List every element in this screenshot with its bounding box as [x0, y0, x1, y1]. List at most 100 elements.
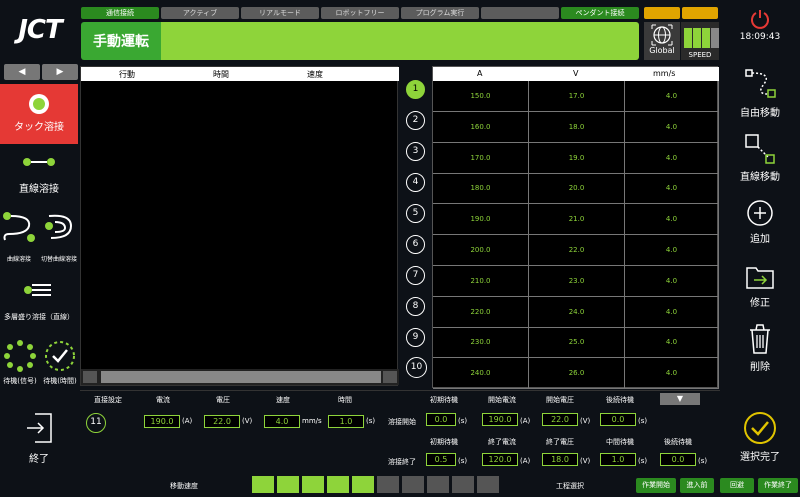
line-weld-button[interactable]: 直線溶接	[0, 156, 78, 195]
scroll-right-button[interactable]	[383, 371, 397, 383]
start-h3: 開始電圧	[546, 396, 574, 404]
tack-weld-button[interactable]: タック溶接	[0, 84, 78, 144]
line-weld-label: 直線溶接	[19, 184, 59, 195]
preset-7[interactable]: 7	[406, 266, 425, 285]
action-table[interactable]: 行動 時間 速度	[80, 66, 399, 386]
table-row[interactable]: 170.0 19.0 4.0	[433, 142, 719, 174]
preset-10[interactable]: 10	[406, 357, 427, 378]
wait-time-button[interactable]: 待機(時間)	[40, 338, 80, 386]
curve-weld-button[interactable]: 曲線溶接	[0, 210, 38, 263]
table-row[interactable]: 200.0 22.0 4.0	[433, 235, 719, 266]
prev-button[interactable]: ◀	[4, 64, 40, 80]
status-empty	[481, 7, 559, 19]
plus-circle-icon	[747, 200, 773, 226]
logo: JCT	[0, 0, 80, 60]
preset-3[interactable]: 3	[406, 142, 425, 161]
wait-signal-button[interactable]: 待機(信号)	[0, 338, 40, 386]
speed-level-7[interactable]	[402, 476, 424, 493]
unit-v: (V)	[580, 457, 591, 465]
start-voltage-field[interactable]: 22.0	[542, 413, 578, 426]
unit-v: (V)	[580, 417, 591, 425]
ampere-cell: 200.0	[433, 235, 529, 266]
speed-level-6[interactable]	[377, 476, 399, 493]
speed-level-1[interactable]	[252, 476, 274, 493]
speed-level-5[interactable]	[352, 476, 374, 493]
weld-start-label: 溶接開始	[388, 418, 416, 426]
preset-5[interactable]: 5	[406, 204, 425, 223]
tack-weld-label: タック溶接	[14, 122, 64, 133]
table-row[interactable]: 230.0 25.0 4.0	[433, 327, 719, 359]
horizontal-scrollbar[interactable]	[81, 369, 399, 385]
preset-2[interactable]: 2	[406, 111, 425, 130]
current-field[interactable]: 190.0	[144, 415, 180, 428]
end-h5: 後続待機	[664, 438, 692, 446]
end-after-field[interactable]: 0.0	[660, 453, 696, 466]
speed-level-3[interactable]	[302, 476, 324, 493]
end-voltage-field[interactable]: 18.0	[542, 453, 578, 466]
speed-bar-3	[702, 28, 710, 48]
ampere-cell: 190.0	[433, 204, 529, 236]
left-sidebar: ◀ ▶ タック溶接 直線溶接 曲線溶接 切替曲線溶接 多層盛り溶接（直線） 待機…	[0, 60, 80, 497]
unit-mms: mm/s	[302, 417, 322, 425]
speed-label: SPEED	[688, 51, 712, 59]
volt-cell: 24.0	[529, 296, 625, 328]
speed-indicator[interactable]: SPEED	[681, 22, 719, 60]
start-after-field[interactable]: 0.0	[600, 413, 636, 426]
retreat-button[interactable]: 回避	[720, 478, 754, 493]
preset-1[interactable]: 1	[406, 80, 425, 99]
wait-signal-label: 待機(信号)	[3, 377, 37, 385]
start-current-field[interactable]: 190.0	[482, 413, 518, 426]
table-row[interactable]: 160.0 18.0 4.0	[433, 111, 719, 143]
speed-level-10[interactable]	[477, 476, 499, 493]
free-move-button[interactable]: 自由移動	[720, 68, 800, 119]
end-wait-field[interactable]: 0.5	[426, 453, 456, 466]
speed-level-8[interactable]	[427, 476, 449, 493]
preset-4[interactable]: 4	[406, 173, 425, 192]
end-button[interactable]: 終了	[0, 410, 78, 465]
select-complete-button[interactable]: 選択完了	[720, 410, 800, 463]
select-complete-label: 選択完了	[740, 452, 780, 463]
start-wait-field[interactable]: 0.0	[426, 413, 456, 426]
power-button[interactable]: 18:09:43	[720, 8, 800, 42]
speed-level-9[interactable]	[452, 476, 474, 493]
volt-cell: 20.0	[529, 173, 625, 205]
unit-s: (s)	[458, 457, 468, 465]
unit-a: (A)	[520, 417, 531, 425]
switch-curve-weld-icon	[45, 214, 73, 239]
speed-bar-4	[711, 28, 719, 48]
voltage-field[interactable]: 22.0	[204, 415, 240, 428]
preset-9[interactable]: 9	[406, 328, 425, 347]
expand-dropdown-button[interactable]: ▼	[660, 393, 700, 405]
preset-6[interactable]: 6	[406, 235, 425, 254]
global-coordinate-button[interactable]: Global	[644, 22, 680, 60]
end-current-field[interactable]: 120.0	[482, 453, 518, 466]
linear-move-button[interactable]: 直線移動	[720, 132, 800, 183]
table-row[interactable]: 150.0 17.0 4.0	[433, 81, 719, 112]
preset-8[interactable]: 8	[406, 297, 425, 316]
speed-level-2[interactable]	[277, 476, 299, 493]
switch-curve-weld-button[interactable]: 切替曲線溶接	[38, 210, 80, 263]
start-h4: 後続待機	[606, 396, 634, 404]
table-row[interactable]: 190.0 21.0 4.0	[433, 204, 719, 236]
work-start-button[interactable]: 作業開始	[636, 478, 676, 493]
speed-field[interactable]: 4.0	[264, 415, 300, 428]
table-row[interactable]: 210.0 23.0 4.0	[433, 265, 719, 297]
unit-s: (s)	[698, 457, 708, 465]
work-finish-button[interactable]: 作業終了	[758, 478, 798, 493]
preset-11[interactable]: 11	[86, 413, 106, 433]
add-button[interactable]: 追加	[720, 198, 800, 245]
next-button[interactable]: ▶	[42, 64, 78, 80]
time-field[interactable]: 1.0	[328, 415, 364, 428]
multi-layer-weld-button[interactable]: 多層盛り溶接（直線）	[0, 280, 78, 322]
table-row[interactable]: 220.0 24.0 4.0	[433, 296, 719, 328]
col-speed-label: 速度	[276, 396, 290, 404]
scroll-left-button[interactable]	[83, 371, 97, 383]
approach-button[interactable]: 進入前	[680, 478, 714, 493]
table-row[interactable]: 180.0 20.0 4.0	[433, 173, 719, 205]
speed-level-4[interactable]	[327, 476, 349, 493]
end-mid-field[interactable]: 1.0	[600, 453, 636, 466]
edit-button[interactable]: 修正	[720, 262, 800, 309]
table-row[interactable]: 240.0 26.0 4.0	[433, 358, 719, 390]
scroll-thumb[interactable]	[101, 371, 381, 383]
delete-button[interactable]: 削除	[720, 322, 800, 373]
